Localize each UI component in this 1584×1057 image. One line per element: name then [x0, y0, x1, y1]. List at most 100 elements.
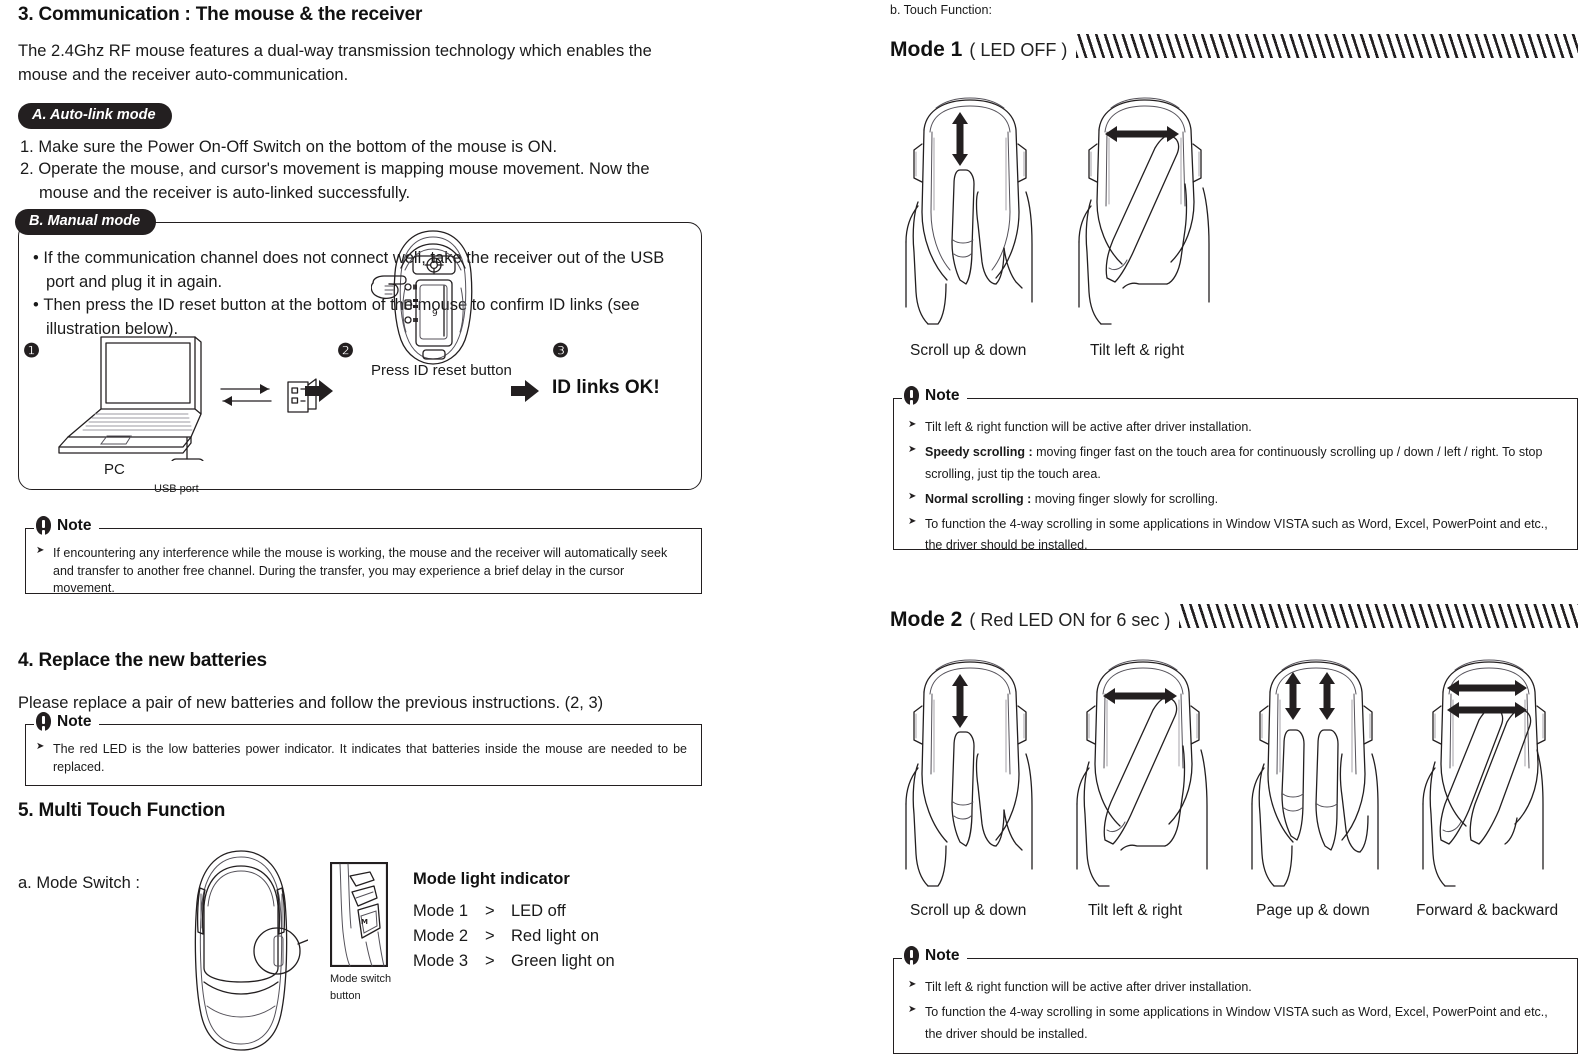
svg-text:M: M: [361, 918, 368, 926]
note-item: If encountering any interference while t…: [36, 544, 687, 598]
mouse-top-illustration: [194, 850, 308, 1051]
note-header: Note: [902, 946, 968, 965]
note-item: Speedy scrolling : moving finger fast on…: [908, 441, 1563, 486]
indicator-mode: Mode 3: [413, 952, 469, 970]
note-item: To function the 4-way scrolling in some …: [908, 1001, 1563, 1046]
note-item: To function the 4-way scrolling in some …: [908, 513, 1563, 558]
mode-2-gesture-label-1: Tilt left & right: [1088, 902, 1183, 919]
indicator-row: Mode 1 > LED off: [413, 900, 615, 925]
mode-1-paren: ( LED OFF ): [969, 40, 1068, 60]
mode-1-gesture-label-0: Scroll up & down: [910, 342, 1027, 359]
note-item: The red LED is the low batteries power i…: [36, 740, 687, 776]
note-item: Tilt left & right function will be activ…: [908, 976, 1563, 999]
pc-label: PC: [104, 461, 125, 478]
exclamation-icon: [904, 386, 919, 405]
section-3-intro: The 2.4Ghz RF mouse features a dual-way …: [18, 42, 652, 84]
mode-2-paren: ( Red LED ON for 6 sec ): [969, 610, 1171, 630]
laptop-receiver-illustration: [58, 336, 317, 461]
section-4-body: Please replace a pair of new batteries a…: [18, 694, 604, 712]
mode-switch-label: a. Mode Switch :: [18, 874, 140, 892]
note-item: Tilt left & right function will be activ…: [908, 416, 1563, 439]
section-5-heading: 5. Multi Touch Function: [18, 800, 226, 821]
manual-mode-box: B. Manual mode • If the communication ch…: [15, 209, 702, 495]
mode-light-indicator-rows: Mode 1 > LED off Mode 2 > Red light on M…: [413, 900, 615, 975]
note-item-text: Tilt left & right function will be activ…: [925, 420, 1252, 434]
note-title: Note: [925, 386, 960, 404]
note-items: The red LED is the low batteries power i…: [36, 740, 687, 776]
indicator-mode: Mode 2: [413, 927, 469, 945]
auto-link-step-1: 1. Make sure the Power On-Off Switch on …: [20, 138, 558, 156]
auto-link-mode-tag: A. Auto-link mode: [18, 103, 172, 129]
manual-bullet-1: • If the communication channel does not …: [33, 249, 665, 291]
id-links-ok-label: ID links OK!: [552, 377, 660, 398]
manual-mode-tag: B. Manual mode: [15, 209, 157, 235]
note-item-text: To function the 4-way scrolling in some …: [925, 516, 1548, 553]
note-item-text: To function the 4-way scrolling in some …: [925, 1004, 1548, 1041]
note-title: Note: [57, 516, 92, 534]
left-column: 3. Communication : The mouse & the recei…: [15, 0, 718, 1057]
mode-2-gesture-label-3: Forward & backward: [1416, 902, 1559, 919]
hatch-rule: [1076, 34, 1578, 58]
note-item-bold: Speedy scrolling :: [925, 444, 1033, 459]
note-item: Normal scrolling : moving finger slowly …: [908, 488, 1563, 511]
indicator-state: Green light on: [511, 952, 615, 970]
note-item-text: moving finger slowly for scrolling.: [1031, 491, 1219, 506]
two-horizontal-double-arrows-icon: [1447, 680, 1527, 718]
flow-arrow-1-icon: [305, 380, 333, 402]
note-box-mode-1: Note Tilt left & right function will be …: [893, 386, 1578, 552]
note-box-communication: Note If encountering any interference wh…: [25, 516, 702, 595]
horizontal-double-arrow-icon: [1103, 688, 1177, 704]
mode-1-gesture-illustrations: [905, 97, 1210, 325]
exclamation-icon: [36, 516, 51, 535]
press-id-reset-label: Press ID reset button: [371, 362, 512, 379]
touch-function-label: b. Touch Function:: [890, 3, 992, 17]
indicator-arrow: >: [485, 927, 495, 945]
vertical-double-arrow-icon: [952, 112, 968, 166]
mode-light-indicator-title: Mode light indicator: [413, 870, 570, 888]
note-items: Tilt left & right function will be activ…: [908, 976, 1563, 1046]
mode-2-gesture-label-2: Page up & down: [1256, 902, 1370, 919]
mode-1-gesture-label-1: Tilt left & right: [1090, 342, 1185, 359]
flow-arrow-2-icon: [511, 380, 539, 402]
vertical-double-arrow-icon: [952, 674, 968, 728]
note-title: Note: [57, 712, 92, 730]
auto-link-step-2: 2. Operate the mouse, and cursor's movem…: [20, 160, 650, 202]
indicator-row: Mode 3 > Green light on: [413, 950, 615, 975]
mode-1-header: Mode 1 ( LED OFF ): [890, 32, 1578, 62]
indicator-mode: Mode 1: [413, 902, 469, 920]
note-item-text: Tilt left & right function will be activ…: [925, 980, 1252, 994]
note-title: Note: [925, 946, 960, 964]
note-header: Note: [902, 386, 968, 405]
step-1-marker: ❶: [23, 341, 41, 362]
two-vertical-double-arrows-icon: [1285, 672, 1335, 720]
indicator-state: Red light on: [511, 927, 600, 945]
mode-switch-detail-illustration: M: [330, 862, 388, 967]
mode-2-number: Mode 2: [890, 608, 963, 631]
exclamation-icon: [36, 712, 51, 731]
mouse-bottom-illustration: 9: [371, 230, 473, 365]
right-column: b. Touch Function: Mode 1 ( LED OFF ) Sc…: [888, 0, 1578, 1057]
indicator-arrow: >: [485, 902, 495, 920]
exclamation-icon: [904, 946, 919, 965]
note-header: Note: [34, 516, 100, 535]
indicator-state: LED off: [511, 902, 566, 920]
mode-switch-callout-label-line2: button: [330, 990, 361, 1002]
hatch-rule: [1179, 604, 1578, 628]
mode-switch-callout-label-line1: Mode switch: [330, 973, 392, 985]
mode-2-gesture-label-0: Scroll up & down: [910, 902, 1027, 919]
usb-port-label: USB port: [154, 483, 199, 495]
note-items: If encountering any interference while t…: [36, 544, 687, 598]
note-box-mode-2: Note Tilt left & right function will be …: [893, 946, 1578, 1054]
step-3-marker: ❸: [552, 341, 570, 362]
note-items: Tilt left & right function will be activ…: [908, 416, 1563, 558]
mode-2-header: Mode 2 ( Red LED ON for 6 sec ): [890, 602, 1578, 632]
note-item-bold: Normal scrolling :: [925, 491, 1032, 506]
section-3-heading: 3. Communication : The mouse & the recei…: [18, 4, 423, 25]
indicator-row: Mode 2 > Red light on: [413, 925, 615, 950]
svg-text:9: 9: [432, 309, 438, 319]
manual-page: 3. Communication : The mouse & the recei…: [0, 0, 1584, 1057]
mode-1-number: Mode 1: [890, 38, 963, 61]
indicator-arrow: >: [485, 952, 495, 970]
horizontal-double-arrow-icon: [1105, 126, 1179, 142]
note-header: Note: [34, 712, 100, 731]
